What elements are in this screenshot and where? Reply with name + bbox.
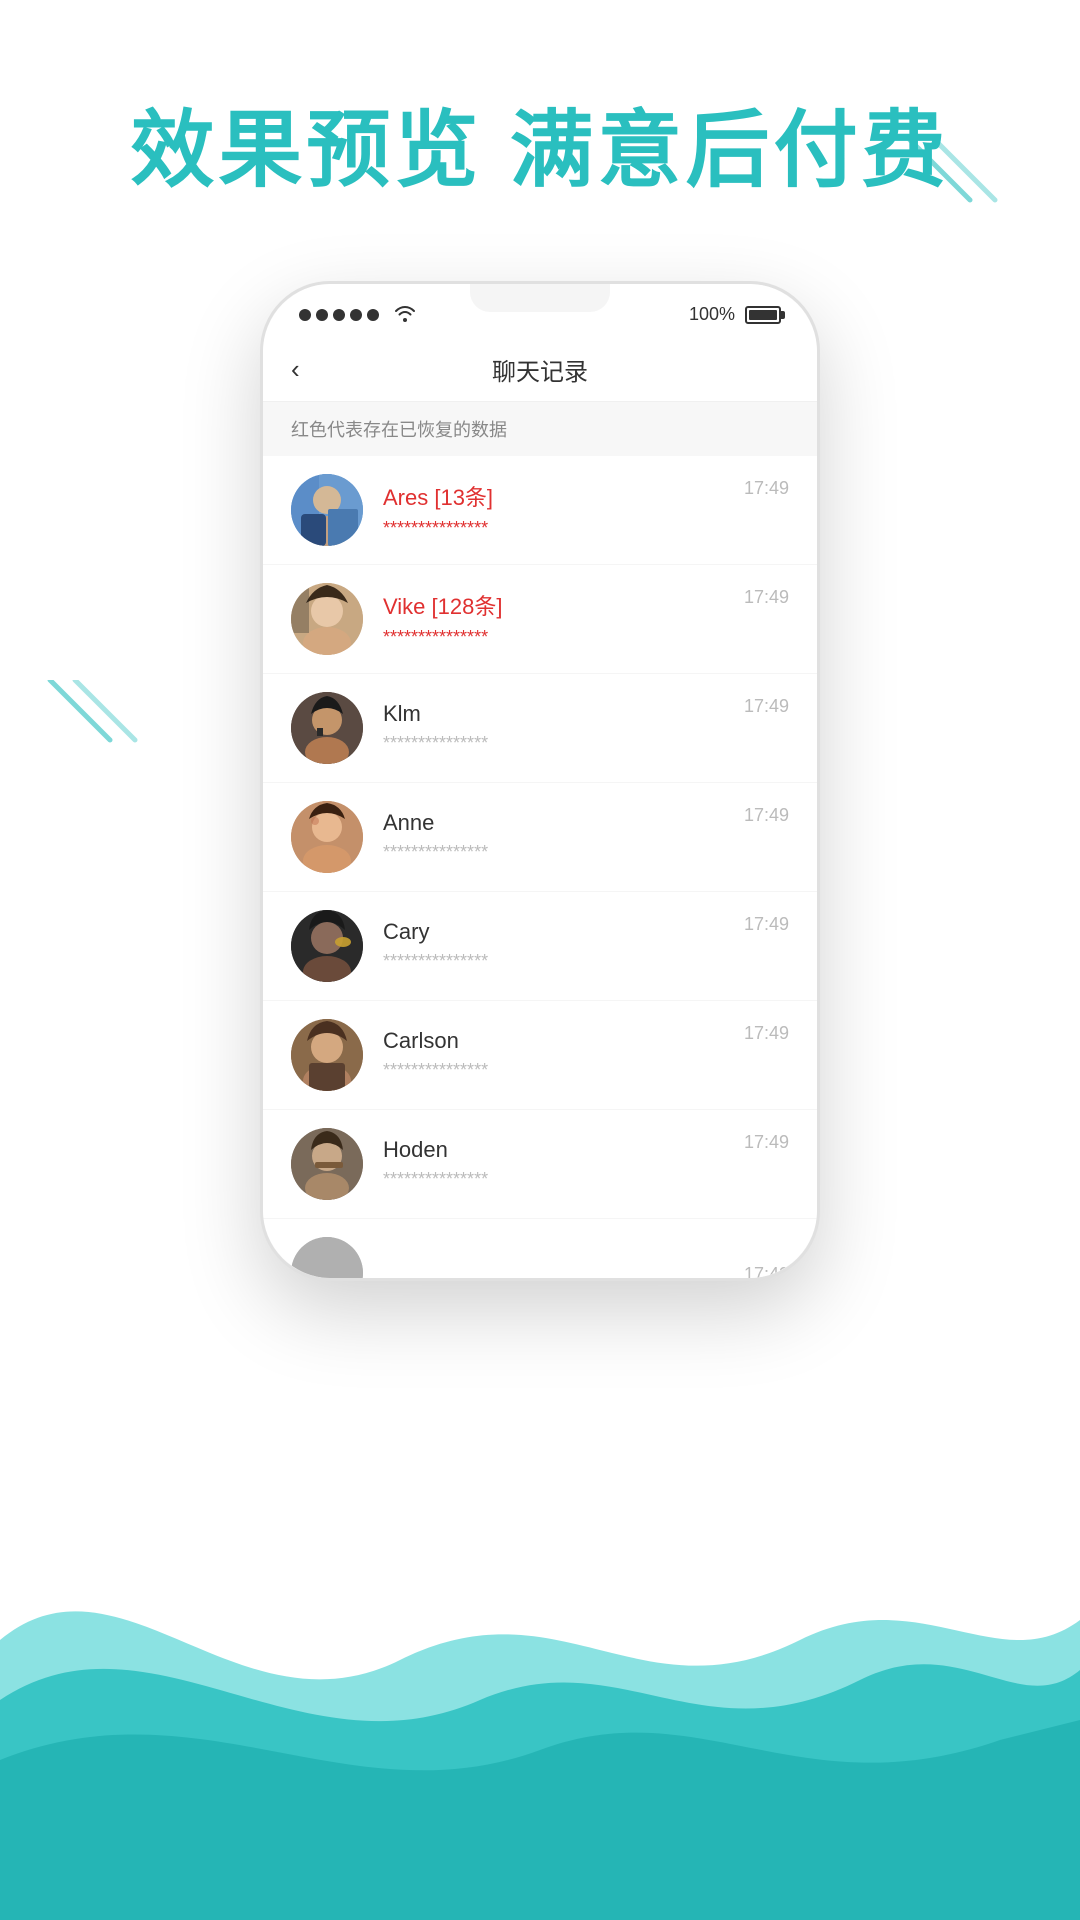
chat-preview-vike: ***************: [383, 627, 724, 648]
phone-notch: [470, 284, 610, 312]
wave-bg: [0, 1360, 1080, 1920]
nav-title: 聊天记录: [492, 352, 588, 387]
avatar-unknown: [291, 1237, 363, 1278]
chat-preview-hoden: ***************: [383, 1169, 724, 1190]
phone-inner: 100% ‹ 聊天记录 红色代表存在已恢复的数据: [263, 284, 817, 1278]
chat-time-ares: 17:49: [744, 478, 789, 499]
chat-time-partial: 17:49: [744, 1264, 789, 1278]
chat-name-ares: Ares [13条]: [383, 480, 724, 512]
status-right: 100%: [689, 304, 781, 325]
info-banner: 红色代表存在已恢复的数据: [263, 402, 817, 456]
battery-icon: [745, 306, 781, 324]
status-left: [299, 302, 417, 328]
nav-bar: ‹ 聊天记录: [263, 338, 817, 402]
signal-dot-5: [367, 309, 379, 321]
chat-info-klm: Klm ***************: [383, 701, 724, 754]
chat-info-cary: Cary ***************: [383, 919, 724, 972]
chat-item-anne[interactable]: Anne *************** 17:49: [263, 783, 817, 892]
chat-item-cary[interactable]: Cary *************** 17:49: [263, 892, 817, 1001]
hero-title: 效果预览 满意后付费: [130, 100, 949, 201]
chat-preview-cary: ***************: [383, 951, 724, 972]
avatar-anne: [291, 801, 363, 873]
wifi-icon: [393, 302, 417, 328]
back-button[interactable]: ‹: [291, 354, 300, 385]
chat-item-partial[interactable]: 17:49: [263, 1219, 817, 1278]
signal-dot-3: [333, 309, 345, 321]
chat-info-ares: Ares [13条] ***************: [383, 480, 724, 539]
avatar-cary: [291, 910, 363, 982]
avatar-ares: [291, 474, 363, 546]
chat-name-anne: Anne: [383, 810, 724, 836]
chat-item-ares[interactable]: Ares [13条] *************** 17:49: [263, 456, 817, 565]
battery-percent: 100%: [689, 304, 735, 325]
signal-dots: [299, 309, 379, 321]
chat-time-anne: 17:49: [744, 805, 789, 826]
chat-time-carlson: 17:49: [744, 1023, 789, 1044]
chat-preview-anne: ***************: [383, 842, 724, 863]
chat-name-carlson: Carlson: [383, 1028, 724, 1054]
signal-dot-2: [316, 309, 328, 321]
avatar-carlson: [291, 1019, 363, 1091]
chat-info-hoden: Hoden ***************: [383, 1137, 724, 1190]
chat-time-klm: 17:49: [744, 696, 789, 717]
info-banner-text: 红色代表存在已恢复的数据: [291, 420, 507, 440]
chat-name-vike: Vike [128条]: [383, 589, 724, 621]
chat-info-vike: Vike [128条] ***************: [383, 589, 724, 648]
chat-time-hoden: 17:49: [744, 1132, 789, 1153]
main-content: 效果预览 满意后付费: [0, 0, 1080, 1281]
phone-mockup: 100% ‹ 聊天记录 红色代表存在已恢复的数据: [260, 281, 820, 1281]
chat-preview-carlson: ***************: [383, 1060, 724, 1081]
chat-time-cary: 17:49: [744, 914, 789, 935]
avatar-vike: [291, 583, 363, 655]
signal-dot-4: [350, 309, 362, 321]
avatar-hoden: [291, 1128, 363, 1200]
chat-info-anne: Anne ***************: [383, 810, 724, 863]
chat-preview-ares: ***************: [383, 518, 724, 539]
chat-item-vike[interactable]: Vike [128条] *************** 17:49: [263, 565, 817, 674]
chat-preview-klm: ***************: [383, 733, 724, 754]
chat-name-klm: Klm: [383, 701, 724, 727]
signal-dot-1: [299, 309, 311, 321]
chat-time-vike: 17:49: [744, 587, 789, 608]
chat-list: Ares [13条] *************** 17:49: [263, 456, 817, 1278]
chat-item-carlson[interactable]: Carlson *************** 17:49: [263, 1001, 817, 1110]
chat-name-hoden: Hoden: [383, 1137, 724, 1163]
avatar-klm: [291, 692, 363, 764]
chat-name-cary: Cary: [383, 919, 724, 945]
chat-item-hoden[interactable]: Hoden *************** 17:49: [263, 1110, 817, 1219]
chat-info-carlson: Carlson ***************: [383, 1028, 724, 1081]
chat-item-klm[interactable]: Klm *************** 17:49: [263, 674, 817, 783]
phone-frame: 100% ‹ 聊天记录 红色代表存在已恢复的数据: [260, 281, 820, 1281]
